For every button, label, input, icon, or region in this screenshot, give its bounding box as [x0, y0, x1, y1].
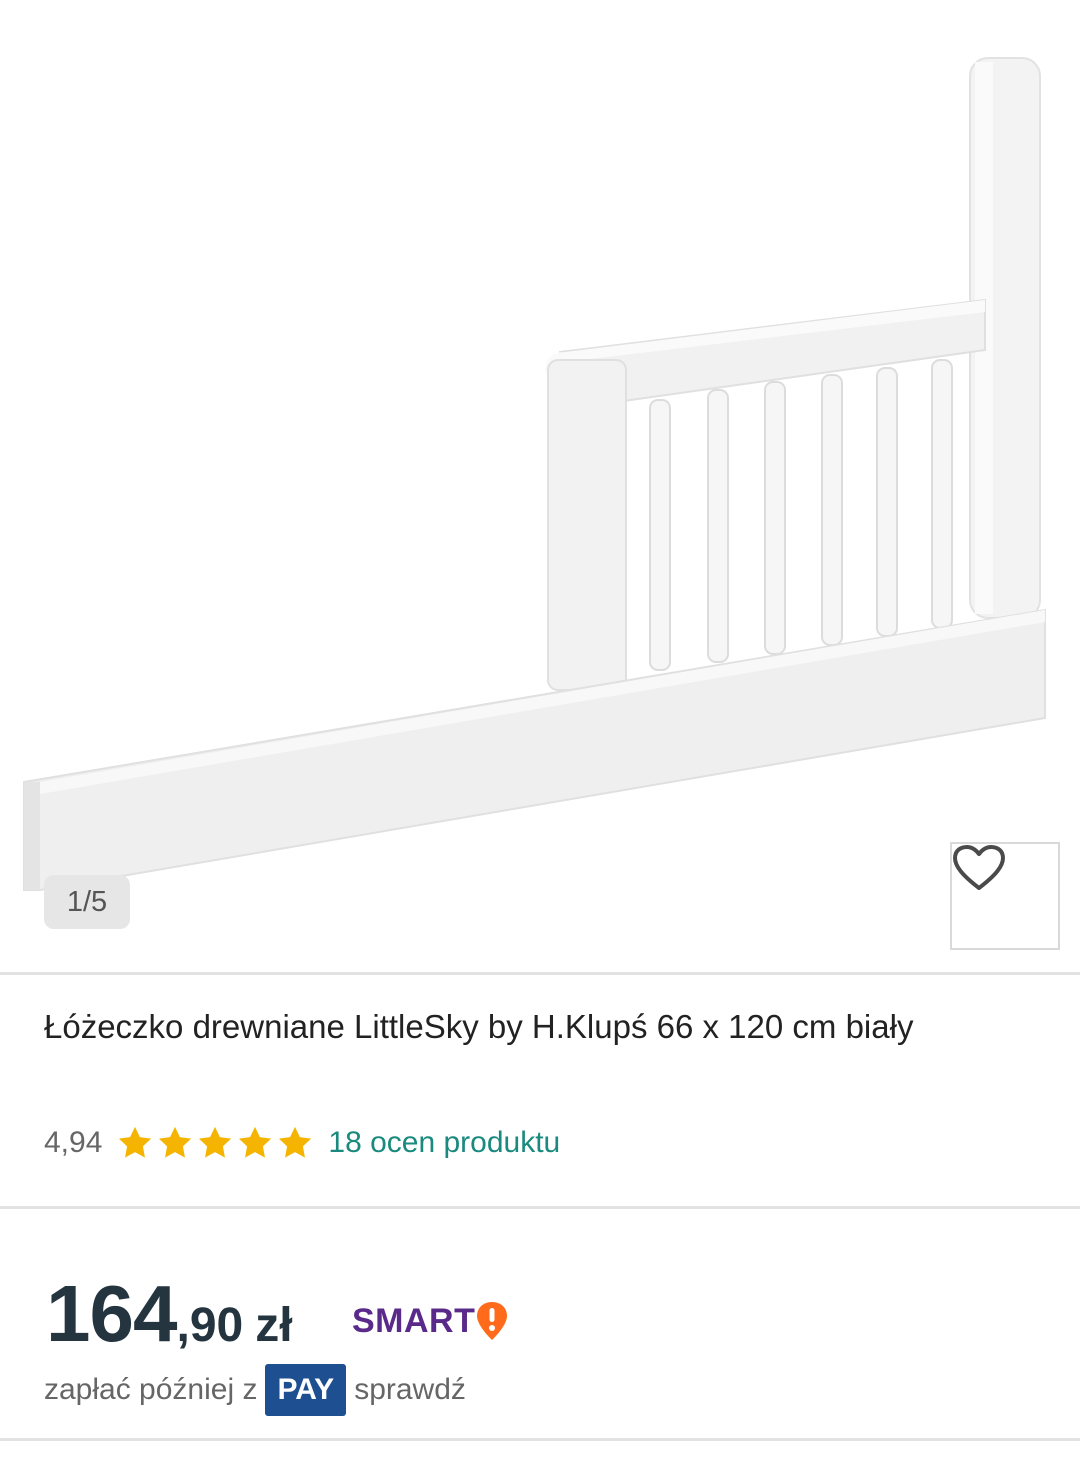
star-icon	[239, 1126, 272, 1158]
product-title: Łóżeczko drewniane LittleSky by H.Klupś …	[44, 1008, 914, 1045]
pay-badge: PAY	[265, 1364, 347, 1416]
price-integer: 164	[46, 1269, 177, 1358]
ratings-link[interactable]: 18 ocen produktu	[328, 1126, 560, 1160]
rating-stars	[116, 1124, 314, 1162]
image-counter: 1/5	[44, 875, 130, 929]
pay-later-check-link[interactable]: sprawdź	[354, 1373, 466, 1407]
star-icon	[279, 1126, 312, 1158]
product-image-gallery[interactable]: 1/5	[0, 0, 1080, 972]
smart-label: SMART	[352, 1301, 476, 1340]
heart-icon	[953, 845, 1005, 890]
price-decimal: ,90	[176, 1299, 244, 1352]
star-icon	[199, 1126, 232, 1158]
divider	[0, 1438, 1080, 1441]
favorite-button[interactable]	[950, 842, 1060, 950]
star-icon	[159, 1126, 192, 1158]
smart-badge[interactable]: SMART	[352, 1296, 509, 1346]
divider	[0, 1206, 1080, 1209]
price: 164 ,90 zł	[46, 1268, 293, 1358]
price-currency: zł	[255, 1299, 293, 1352]
product-photo	[23, 57, 1046, 891]
pay-later-row: zapłać później z PAY sprawdź	[44, 1364, 466, 1416]
pay-later-prefix: zapłać później z	[44, 1373, 258, 1406]
smart-exclamation-icon	[477, 1302, 508, 1340]
star-icon	[119, 1126, 152, 1158]
rating-value: 4,94	[44, 1126, 103, 1159]
rating-row: 4,94 18 ocen produktu	[44, 1118, 560, 1168]
divider	[0, 972, 1080, 975]
